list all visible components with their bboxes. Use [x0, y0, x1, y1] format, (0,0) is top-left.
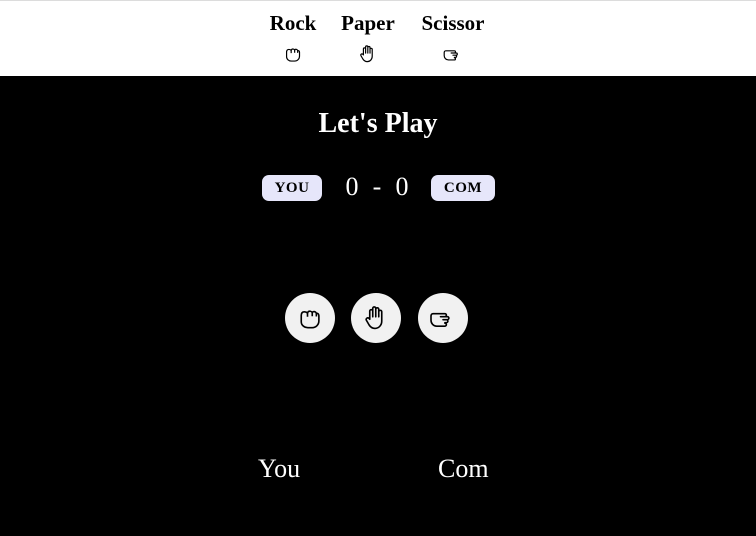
- open-hand-icon: [360, 45, 373, 63]
- paper-button[interactable]: [351, 293, 401, 343]
- pointing-hand-icon: [430, 312, 450, 327]
- header-choice-paper: Paper: [336, 9, 400, 70]
- header-choice-label: Scissor: [421, 11, 485, 35]
- fist-icon: [285, 48, 301, 62]
- pointing-hand-icon: [443, 50, 458, 61]
- score-separator: -: [372, 172, 382, 201]
- fist-icon: [300, 310, 320, 329]
- header-choice-rock: Rock: [264, 9, 322, 70]
- rock-button[interactable]: [285, 293, 335, 343]
- com-score: 0: [395, 172, 409, 201]
- you-label: You: [258, 454, 301, 483]
- open-hand-icon: [365, 306, 383, 330]
- header-choice-scissor: Scissor: [414, 9, 492, 70]
- you-score: 0: [345, 172, 359, 201]
- header-choice-label: Rock: [269, 11, 317, 35]
- com-label: Com: [438, 454, 489, 483]
- you-badge: YOU: [262, 175, 322, 201]
- com-badge: COM: [431, 175, 495, 201]
- header-choice-label: Paper: [341, 11, 395, 35]
- scissor-button[interactable]: [418, 293, 468, 343]
- game-stage: Let's Play YOU 0 - 0 COM You Com: [0, 76, 756, 536]
- page-title: Let's Play: [318, 108, 438, 139]
- choices-header: Rock Paper Scissor: [0, 0, 756, 76]
